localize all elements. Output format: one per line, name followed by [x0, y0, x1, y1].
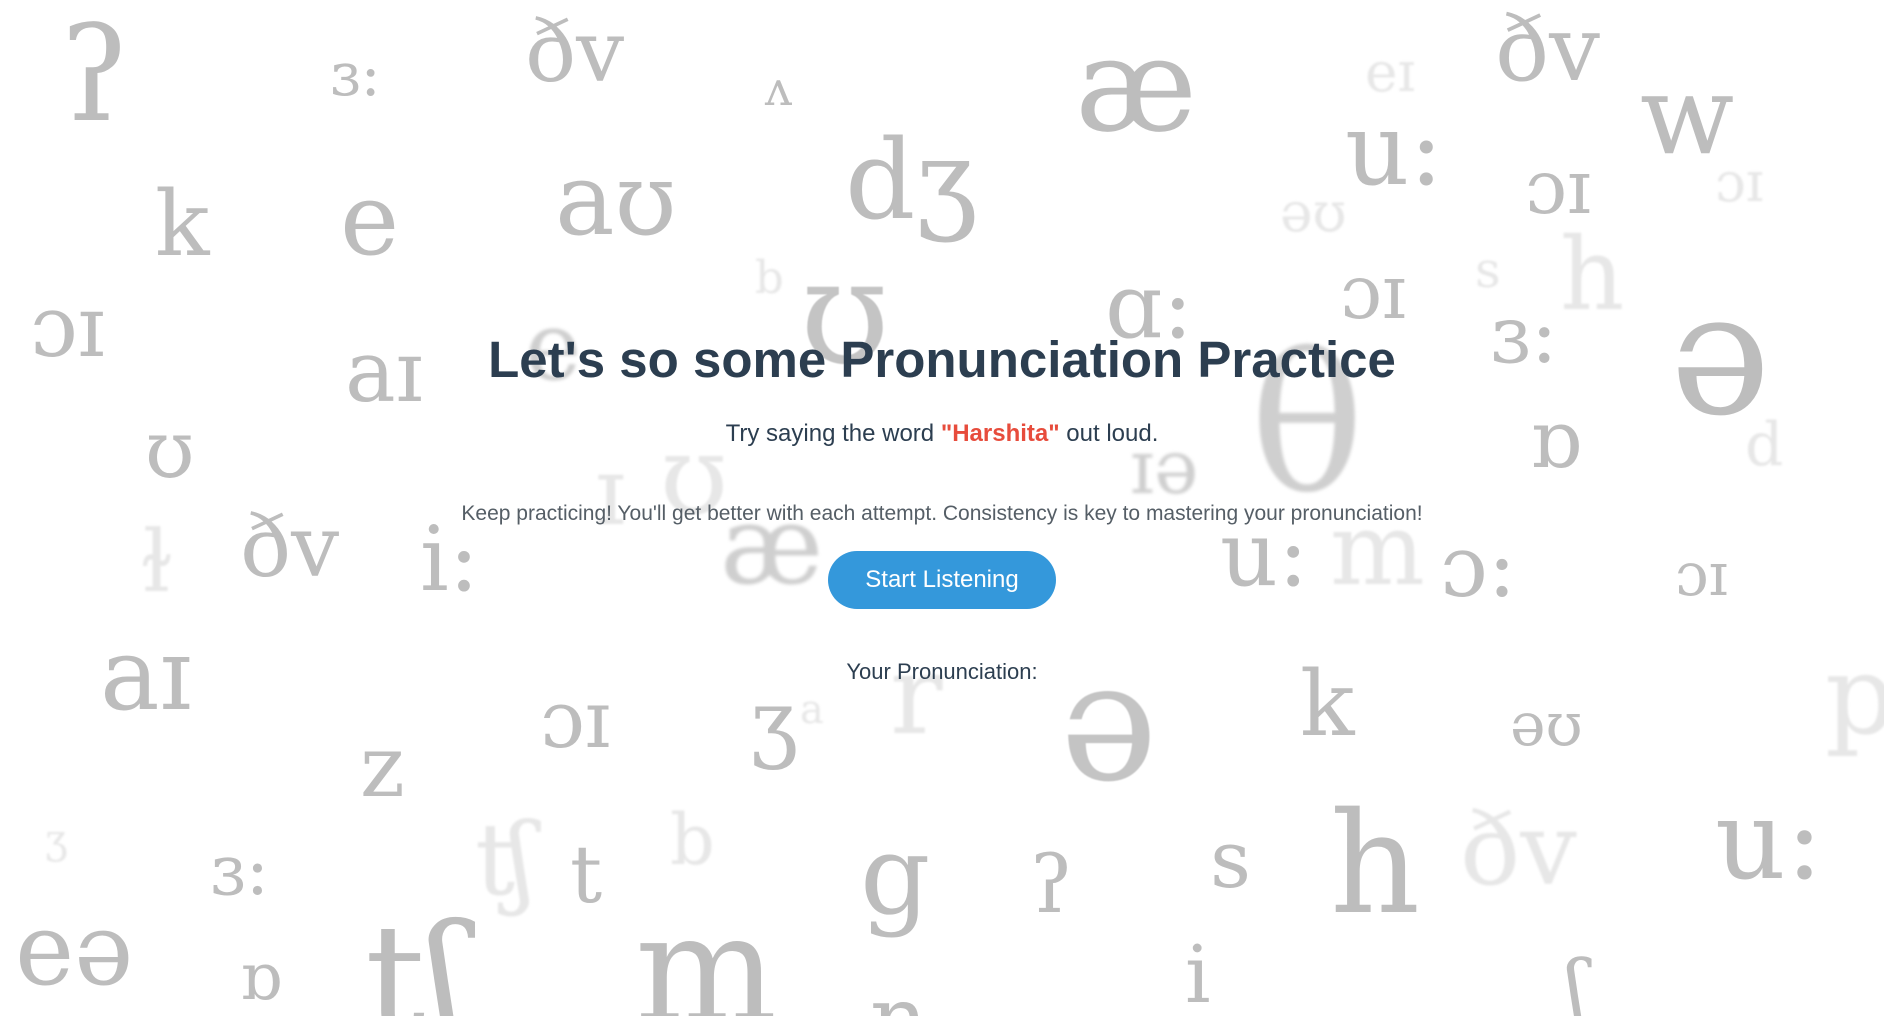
start-listening-button[interactable]: Start Listening [828, 551, 1056, 609]
target-word: "Harshita" [940, 420, 1060, 447]
page-title: Let's so some Pronunciation Practice [488, 331, 1396, 388]
encouragement-text: Keep practicing! You'll get better with … [461, 502, 1423, 525]
practice-prompt: Try saying the word "Harshita" out loud. [0, 420, 1884, 448]
practice-panel: Let's so some Pronunciation Practice Try… [0, 0, 1884, 1016]
prompt-suffix: out loud. [1066, 420, 1159, 447]
pronunciation-result-label: Your Pronunciation: [846, 659, 1038, 684]
prompt-prefix: Try saying the word [725, 420, 935, 447]
button-container: Start Listening [0, 551, 1884, 609]
